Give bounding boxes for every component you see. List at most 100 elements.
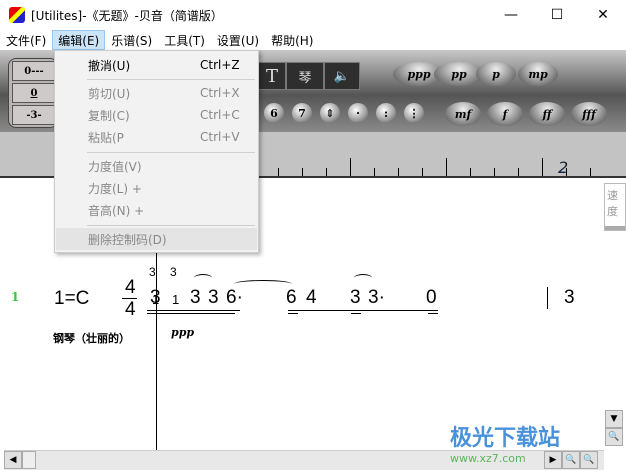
dynamic-f-button[interactable]: f	[487, 102, 523, 126]
triplet-mark: 3	[170, 265, 177, 279]
shortcut: Ctrl+V	[200, 130, 240, 144]
app-icon	[9, 7, 25, 23]
scroll-thumb[interactable]	[22, 451, 36, 469]
watermark-url: www.xz7.com	[450, 452, 526, 465]
ruler-tick	[542, 158, 543, 176]
zoom-in-icon[interactable]: 🔍	[562, 451, 580, 469]
duration-pad: 0--- 0 -3-	[8, 58, 58, 128]
zoom-icon[interactable]: 🔍	[580, 451, 598, 469]
note[interactable]: 0	[426, 287, 437, 309]
note[interactable]: 6·	[226, 287, 243, 309]
watermark-text: 极光下载站	[450, 426, 561, 451]
tie-arc	[354, 274, 372, 282]
dynamic-p-button[interactable]: p	[476, 62, 516, 86]
dynamic-ff-button[interactable]: ff	[529, 102, 565, 126]
note[interactable]: 1	[172, 292, 179, 307]
measure-number: 2	[558, 158, 569, 177]
line-number: 1	[11, 290, 20, 304]
menu-bar: 文件(F) 编辑(E) 乐谱(S) 工具(T) 设置(U) 帮助(H)	[0, 30, 626, 50]
note[interactable]: 1	[152, 292, 159, 307]
bar-line	[547, 287, 548, 309]
speed-label: 速度	[607, 189, 618, 218]
ruler-tick	[422, 168, 423, 176]
menu-item-cut[interactable]: 剪切(U) Ctrl+X	[56, 82, 257, 104]
ruler-tick	[302, 168, 303, 176]
note[interactable]: 3	[350, 287, 361, 309]
maximize-button[interactable]: ☐	[534, 0, 580, 30]
triplet-button[interactable]: -3-	[12, 105, 56, 125]
speed-panel[interactable]: 速度 --	[604, 183, 626, 231]
dynamic-fff-button[interactable]: fff	[571, 102, 607, 126]
separator	[87, 225, 255, 226]
edit-menu-dropdown: 撤消(U) Ctrl+Z 剪切(U) Ctrl+X 复制(C) Ctrl+C 粘贴(P…	[54, 50, 259, 253]
shortcut: Ctrl+C	[200, 108, 240, 122]
dynamic-mp-button[interactable]: mp	[518, 62, 558, 86]
note[interactable]: 3	[564, 287, 575, 309]
time-denominator: 4	[125, 299, 136, 320]
note[interactable]: 3	[208, 287, 219, 309]
double-dot-button[interactable]: :	[376, 103, 396, 123]
menu-item-undo[interactable]: 撤消(U) Ctrl+Z	[56, 54, 257, 76]
menu-item-label: 力度值(V)	[88, 159, 142, 174]
note[interactable]: 4	[306, 287, 317, 309]
triple-dot-button[interactable]: ⋮	[404, 103, 424, 123]
instrument-label: 钢琴（壮丽的）	[53, 332, 130, 345]
minimize-button[interactable]: —	[488, 0, 534, 30]
menu-item-label: 剪切(U)	[88, 86, 131, 101]
watermark-logo: 极光下载站 www.xz7.com	[450, 420, 560, 465]
menu-help[interactable]: 帮助(H)	[265, 30, 319, 50]
menu-tools[interactable]: 工具(T)	[158, 30, 211, 50]
ruler-tick	[326, 168, 327, 176]
menu-file[interactable]: 文件(F)	[0, 30, 52, 50]
zoom-out-icon[interactable]: 🔍	[605, 428, 623, 446]
menu-item-velocity[interactable]: 力度(L) +	[56, 177, 257, 199]
menu-score[interactable]: 乐谱(S)	[105, 30, 158, 50]
menu-item-label: 粘贴(P	[88, 130, 124, 145]
text-tool-button[interactable]: T	[258, 62, 286, 90]
note[interactable]: 6	[286, 287, 297, 309]
ruler-tick	[374, 168, 375, 176]
menu-item-delete-control-code[interactable]: 删除控制码(D)	[56, 228, 257, 250]
whole-note-button[interactable]: 0---	[12, 61, 56, 81]
menu-item-velocity-value[interactable]: 力度值(V)	[56, 155, 257, 177]
dynamic-mark: ppp	[171, 326, 195, 339]
menu-item-copy[interactable]: 复制(C) Ctrl+C	[56, 104, 257, 126]
ruler-tick	[590, 168, 591, 176]
key-signature: 1=C	[54, 288, 90, 309]
ruler-tick	[494, 168, 495, 176]
note-6-button[interactable]: 6	[264, 103, 284, 123]
separator	[87, 79, 255, 80]
menu-edit[interactable]: 编辑(E)	[52, 30, 106, 50]
ruler-tick	[446, 158, 447, 176]
shortcut: Ctrl+X	[200, 86, 240, 100]
menu-item-label: 音高(N) +	[88, 203, 145, 218]
tie-arc	[194, 274, 212, 282]
note[interactable]: 3·	[368, 287, 385, 309]
menu-item-label: 复制(C)	[88, 108, 130, 123]
menu-item-label: 力度(L) +	[88, 181, 142, 196]
scroll-down-button[interactable]: ▼	[605, 410, 623, 428]
close-button[interactable]: ✕	[580, 0, 626, 30]
triplet-mark: 3	[149, 265, 156, 279]
speaker-icon[interactable]: 🔈	[324, 62, 360, 90]
note-7-button[interactable]: 7	[292, 103, 312, 123]
ruler-tick	[398, 168, 399, 176]
ruler-tick	[518, 168, 519, 176]
menu-item-pitch[interactable]: 音高(N) +	[56, 199, 257, 221]
menu-settings[interactable]: 设置(U)	[211, 30, 265, 50]
ruler-tick	[278, 168, 279, 176]
ruler-tick	[470, 168, 471, 176]
time-numerator: 4	[125, 277, 136, 298]
note[interactable]: 3	[190, 287, 201, 309]
menu-item-paste[interactable]: 粘贴(P Ctrl+V	[56, 126, 257, 148]
scroll-left-button[interactable]: ◀	[4, 451, 22, 469]
dynamic-mf-button[interactable]: mf	[445, 102, 481, 126]
octave-toggle-button[interactable]: ⇕	[320, 103, 340, 123]
ruler-tick	[350, 158, 351, 176]
speed-value[interactable]: --	[605, 226, 625, 230]
menu-item-label: 删除控制码(D)	[88, 232, 167, 247]
instrument-tool-button[interactable]: 琴	[286, 62, 324, 90]
dot-button[interactable]: ·	[348, 103, 368, 123]
eighth-note-button[interactable]: 0	[12, 83, 56, 103]
tie-arc	[234, 280, 292, 288]
